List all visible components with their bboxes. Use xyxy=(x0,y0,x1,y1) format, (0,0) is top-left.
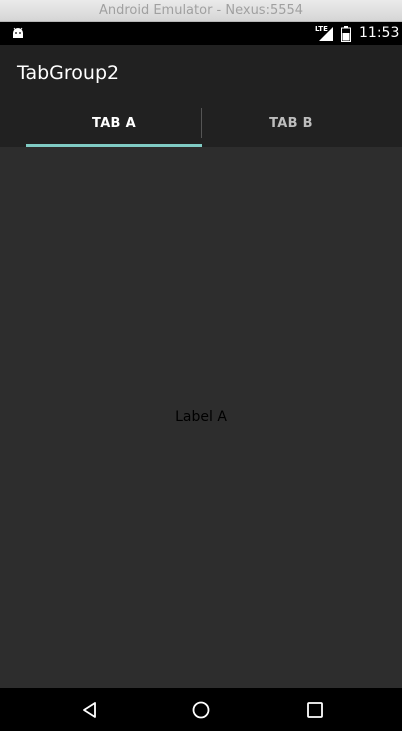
battery-icon xyxy=(341,26,351,42)
app-bar: TabGroup2 xyxy=(0,45,402,103)
clock: 11:53 xyxy=(359,25,400,41)
home-icon[interactable] xyxy=(191,700,211,720)
emulator-window-title: Android Emulator - Nexus:5554 xyxy=(0,0,402,22)
signal-icon xyxy=(319,27,333,41)
back-icon[interactable] xyxy=(80,700,100,720)
content-label: Label A xyxy=(175,409,227,425)
tab-a[interactable]: TAB A xyxy=(26,103,202,147)
android-debug-icon xyxy=(13,27,23,38)
recents-icon[interactable] xyxy=(305,700,325,720)
tab-divider xyxy=(201,108,202,138)
navigation-bar xyxy=(0,688,402,731)
tab-b[interactable]: TAB B xyxy=(203,103,379,147)
app-title: TabGroup2 xyxy=(17,62,120,84)
tab-content: Label A xyxy=(0,147,402,688)
status-bar: LTE 11:53 xyxy=(0,22,402,45)
tab-bar: TAB A TAB B xyxy=(0,103,402,147)
